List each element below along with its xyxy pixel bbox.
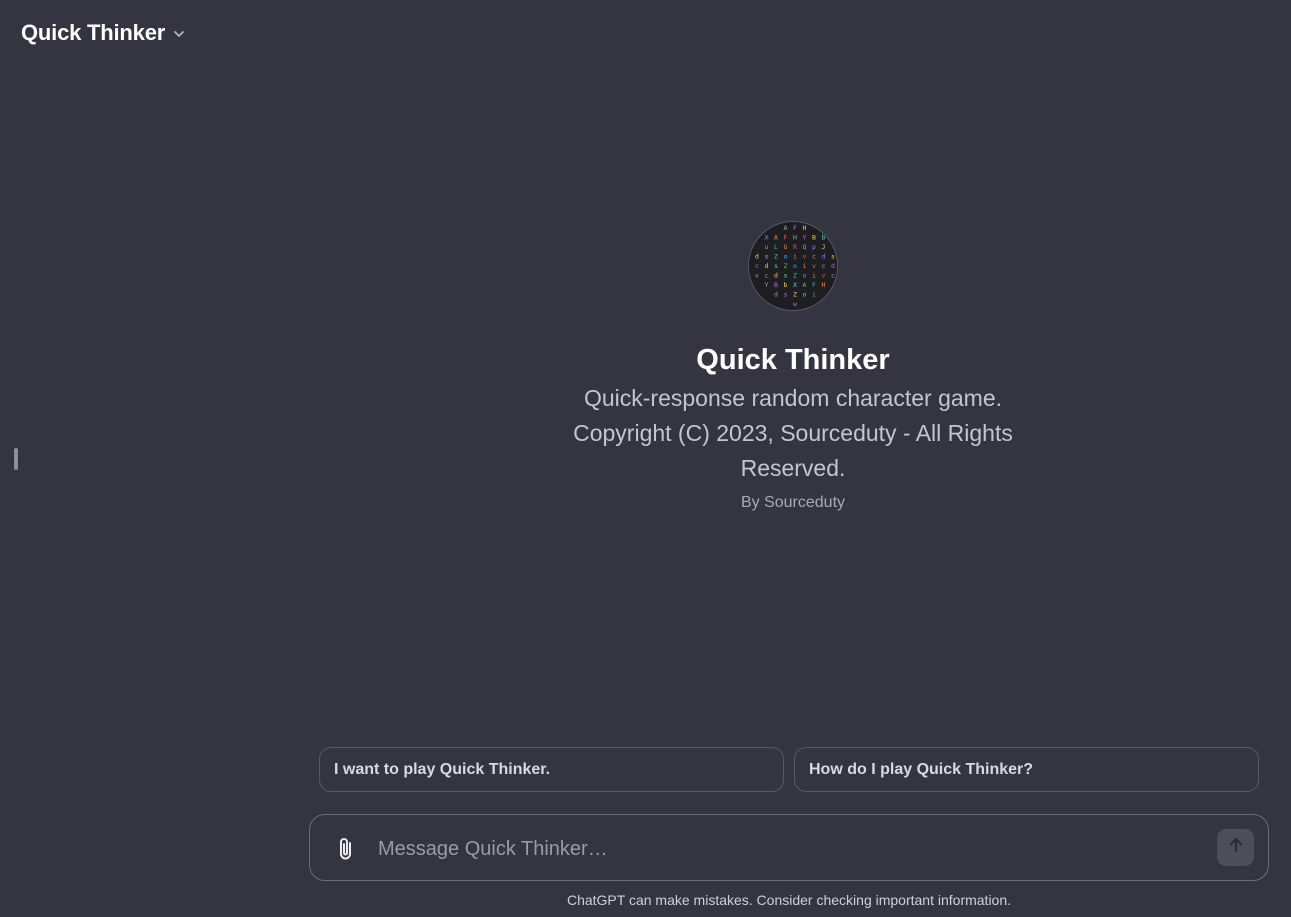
gpt-intro: AFHXAFHYBbuLGRQpJdsZoivcdscdsZoivcdvcdsZ… [543, 221, 1043, 512]
svg-text:o: o [803, 272, 807, 280]
svg-text:b: b [784, 281, 788, 289]
svg-text:i: i [803, 262, 807, 270]
gpt-description: Quick-response random character game. Co… [573, 385, 1013, 481]
svg-text:v: v [755, 272, 759, 280]
gpt-name: Quick Thinker [696, 344, 890, 376]
svg-text:p: p [812, 243, 816, 251]
svg-text:c: c [765, 272, 769, 280]
svg-text:A: A [774, 234, 778, 242]
svg-text:X: X [793, 281, 797, 289]
svg-text:F: F [793, 224, 797, 232]
svg-text:i: i [812, 291, 816, 299]
svg-text:v: v [803, 253, 807, 261]
model-switcher[interactable]: Quick Thinker [12, 16, 196, 50]
svg-text:o: o [803, 291, 807, 299]
svg-text:A: A [803, 281, 807, 289]
svg-text:Z: Z [784, 262, 788, 270]
disclaimer: ChatGPT can make mistakes. Consider chec… [566, 892, 1012, 908]
svg-text:L: L [774, 243, 778, 251]
svg-text:d: d [774, 291, 778, 299]
chat-page: Quick Thinker AFHXAFHYBbuLGRQpJdsZoivcds… [0, 0, 1291, 917]
svg-text:H: H [793, 234, 797, 242]
svg-text:B: B [812, 234, 816, 242]
gpt-avatar: AFHXAFHYBbuLGRQpJdsZoivcdscdsZoivcdvcdsZ… [748, 221, 838, 311]
svg-text:w: w [793, 300, 797, 308]
svg-text:c: c [831, 272, 835, 280]
model-name: Quick Thinker [21, 20, 166, 45]
send-button[interactable] [1217, 829, 1254, 866]
svg-text:v: v [822, 272, 826, 280]
svg-text:B: B [774, 281, 778, 289]
svg-text:Z: Z [774, 253, 778, 261]
paperclip-icon[interactable] [334, 836, 358, 862]
sidebar-toggle-handle[interactable] [12, 446, 20, 472]
message-input[interactable] [378, 834, 1198, 864]
svg-text:s: s [831, 253, 835, 261]
svg-text:d: d [755, 253, 759, 261]
svg-text:s: s [784, 272, 788, 280]
svg-text:X: X [765, 234, 769, 242]
svg-text:s: s [765, 253, 769, 261]
suggestion-button[interactable]: How do I play Quick Thinker? [794, 747, 1259, 792]
svg-text:i: i [793, 253, 797, 261]
suggestion-button[interactable]: I want to play Quick Thinker. [319, 747, 784, 792]
svg-text:o: o [784, 253, 788, 261]
random-characters-logo: A F HX A F H Y Bbu L G R Qp Jd s Zo i v c d sc d s Zo i v c dv c d s Z… [749, 222, 837, 310]
svg-text:d: d [831, 262, 835, 270]
svg-text:H: H [803, 224, 807, 232]
svg-text:d: d [822, 253, 826, 261]
arrow-up-icon [1227, 836, 1245, 859]
svg-text:Y: Y [765, 281, 769, 289]
sidebar-handle-bar [14, 448, 18, 470]
svg-text:Z: Z [793, 291, 797, 299]
svg-text:s: s [774, 262, 778, 270]
svg-text:o: o [793, 262, 797, 270]
svg-text:F: F [812, 281, 816, 289]
svg-text:i: i [812, 272, 816, 280]
svg-text:Z: Z [793, 272, 797, 280]
svg-text:s: s [784, 291, 788, 299]
svg-text:A: A [784, 224, 788, 232]
svg-text:c: c [812, 253, 816, 261]
gpt-author: By Sourceduty [740, 494, 846, 511]
svg-text:v: v [812, 262, 816, 270]
svg-text:H: H [822, 281, 826, 289]
svg-text:u: u [765, 243, 769, 251]
chevron-down-icon [171, 26, 187, 42]
svg-text:G: G [784, 243, 788, 251]
svg-text:b: b [822, 234, 826, 242]
svg-text:Y: Y [803, 234, 807, 242]
svg-text:c: c [755, 262, 759, 270]
message-composer [309, 814, 1269, 881]
suggestion-list: I want to play Quick Thinker. How do I p… [319, 747, 1259, 792]
svg-text:Q: Q [803, 243, 807, 251]
svg-text:d: d [774, 272, 778, 280]
svg-text:J: J [822, 243, 826, 251]
svg-text:c: c [822, 262, 826, 270]
svg-text:F: F [784, 234, 788, 242]
svg-text:d: d [765, 262, 769, 270]
svg-text:R: R [793, 243, 797, 251]
